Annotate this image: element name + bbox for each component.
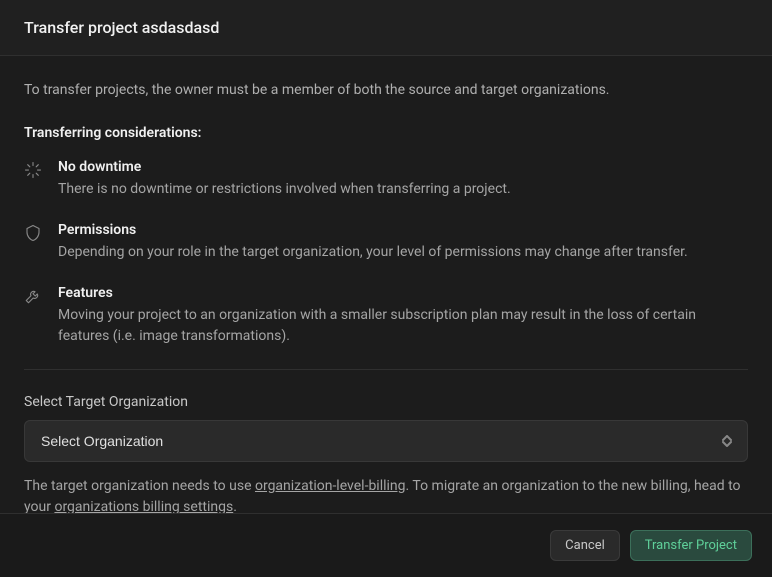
consideration-desc: Depending on your role in the target org… xyxy=(58,242,688,263)
org-billing-settings-link[interactable]: organizations billing settings xyxy=(54,499,233,513)
consideration-permissions: Permissions Depending on your role in th… xyxy=(24,222,748,263)
modal-header: Transfer project asdasdasd xyxy=(0,0,772,56)
modal-title: Transfer project asdasdasd xyxy=(24,18,748,37)
intro-text: To transfer projects, the owner must be … xyxy=(24,80,748,101)
select-caret-icon xyxy=(720,434,734,448)
consideration-desc: Moving your project to an organization w… xyxy=(58,305,748,347)
modal-footer: Cancel Transfer Project xyxy=(0,513,772,577)
note-suffix: . xyxy=(233,499,237,513)
target-org-label: Select Target Organization xyxy=(24,394,748,410)
cancel-button[interactable]: Cancel xyxy=(550,530,620,561)
considerations-heading: Transferring considerations: xyxy=(24,125,748,141)
target-org-select[interactable]: Select Organization xyxy=(24,420,748,462)
spinner-icon xyxy=(24,161,42,179)
billing-note: The target organization needs to use org… xyxy=(24,476,748,513)
target-org-select-wrap: Select Organization xyxy=(24,420,748,462)
consideration-body: No downtime There is no downtime or rest… xyxy=(58,159,511,200)
consideration-features: Features Moving your project to an organ… xyxy=(24,285,748,347)
modal-content: To transfer projects, the owner must be … xyxy=(0,56,772,513)
transfer-project-modal: Transfer project asdasdasd To transfer p… xyxy=(0,0,772,577)
note-prefix: The target organization needs to use xyxy=(24,478,255,494)
transfer-project-button[interactable]: Transfer Project xyxy=(630,530,752,561)
divider xyxy=(24,369,748,370)
consideration-title: Permissions xyxy=(58,222,688,238)
consideration-title: Features xyxy=(58,285,748,301)
target-org-section: Select Target Organization Select Organi… xyxy=(24,394,748,462)
consideration-no-downtime: No downtime There is no downtime or rest… xyxy=(24,159,748,200)
wrench-icon xyxy=(24,287,42,305)
org-level-billing-link[interactable]: organization-level-billing xyxy=(255,478,406,494)
consideration-body: Features Moving your project to an organ… xyxy=(58,285,748,347)
consideration-body: Permissions Depending on your role in th… xyxy=(58,222,688,263)
shield-icon xyxy=(24,224,42,242)
consideration-desc: There is no downtime or restrictions inv… xyxy=(58,179,511,200)
consideration-title: No downtime xyxy=(58,159,511,175)
